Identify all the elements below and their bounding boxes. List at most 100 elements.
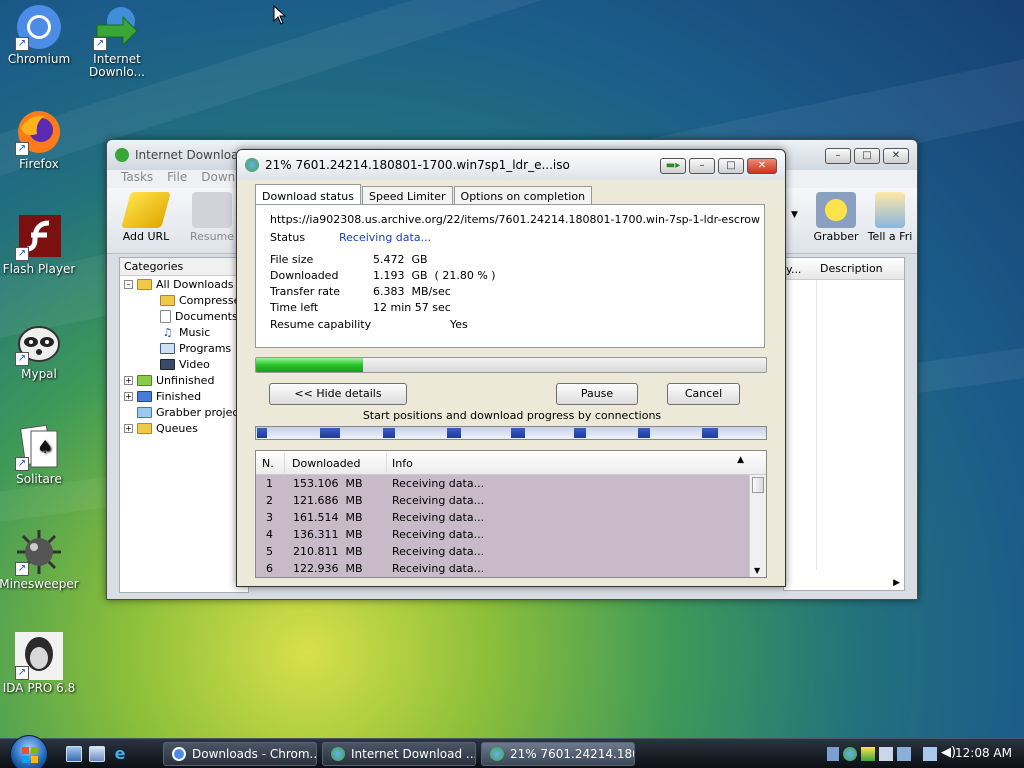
download-progress-fill	[256, 358, 364, 372]
column-header-info[interactable]: Info	[392, 457, 413, 470]
menu-tasks[interactable]: Tasks	[121, 170, 153, 188]
grabber-button[interactable]: Grabber	[805, 192, 867, 243]
desktop-icon-solitare[interactable]: ♠ ↗ Solitare	[0, 423, 81, 486]
table-row[interactable]: 3 161.514 MB Receiving data...	[256, 509, 749, 526]
tray-icon-idm-progress[interactable]	[861, 747, 875, 761]
download-progress-dialog[interactable]: 21% 7601.24214.180801-1700.win7sp1_ldr_e…	[236, 149, 786, 587]
expand-icon[interactable]: +	[124, 424, 133, 433]
cancel-button[interactable]: Cancel	[667, 383, 740, 405]
minimize-button[interactable]: –	[689, 158, 715, 174]
column-header-partial[interactable]: y...	[786, 263, 801, 276]
internet-explorer-icon[interactable]: e	[112, 746, 128, 762]
table-row[interactable]: 6 122.936 MB Receiving data...	[256, 560, 749, 577]
resume-button[interactable]: Resume	[181, 192, 243, 243]
shortcut-arrow-icon: ↗	[15, 562, 29, 576]
desktop-icon-firefox[interactable]: ↗ Firefox	[0, 108, 81, 171]
folder-finished-icon	[137, 391, 152, 402]
download-status-pane: https://ia902308.us.archive.org/22/items…	[255, 204, 765, 348]
category-grabber-projects[interactable]: Grabber projec	[137, 406, 238, 419]
close-button[interactable]: ✕	[883, 148, 909, 164]
solitaire-cards-icon: ♠ ↗	[15, 423, 63, 471]
tab-options-on-completion[interactable]: Options on completion	[453, 186, 593, 206]
desktop-icon-label: Firefox	[19, 157, 59, 171]
connections-caption: Start positions and download progress by…	[362, 409, 662, 422]
menu-file[interactable]: File	[167, 170, 187, 188]
desktop-icon-idm[interactable]: ↗ Internet Downlo...	[75, 3, 159, 79]
pause-button[interactable]: Pause	[556, 383, 638, 405]
expand-icon[interactable]: +	[124, 376, 133, 385]
table-row[interactable]: 4 136.311 MB Receiving data...	[256, 526, 749, 543]
minimize-button[interactable]: –	[825, 148, 851, 164]
shortcut-arrow-icon: ↗	[93, 37, 107, 51]
tray-icon-display[interactable]	[897, 747, 911, 761]
add-url-button[interactable]: Add URL	[115, 192, 177, 243]
dialog-tabs: Download status Speed Limiter Options on…	[255, 184, 593, 206]
system-tray: ◀) 12:08 AM	[819, 739, 1024, 768]
switch-windows-icon[interactable]	[89, 746, 105, 762]
category-all-downloads[interactable]: – All Downloads	[124, 278, 234, 291]
grabber-icon	[816, 192, 856, 228]
column-header-number[interactable]: N.	[262, 457, 274, 470]
close-button[interactable]: ✕	[747, 158, 777, 174]
category-finished[interactable]: + Finished	[124, 390, 201, 403]
hide-details-button[interactable]: << Hide details	[269, 383, 407, 405]
column-divider	[386, 453, 387, 473]
table-row[interactable]: 5 210.811 MB Receiving data...	[256, 543, 749, 560]
desktop-icon-label: Solitare	[16, 472, 62, 486]
tell-a-friend-button[interactable]: Tell a Fri	[861, 192, 919, 243]
document-icon	[160, 310, 171, 323]
maximize-button[interactable]: □	[854, 148, 880, 164]
folder-icon	[160, 295, 175, 306]
connections-table-scrollbar[interactable]: ▼	[749, 475, 766, 577]
music-note-icon: ♫	[162, 326, 173, 339]
tray-icon-idm[interactable]	[843, 747, 857, 761]
tray-icon-app[interactable]	[879, 747, 893, 761]
column-divider	[284, 453, 285, 473]
category-video[interactable]: Video	[160, 358, 210, 371]
category-unfinished[interactable]: + Unfinished	[124, 374, 214, 387]
start-button[interactable]	[10, 735, 48, 768]
desktop-icon-chromium[interactable]: ↗ Chromium	[0, 3, 81, 66]
category-documents[interactable]: Documents	[160, 310, 238, 323]
shortcut-arrow-icon: ↗	[15, 352, 29, 366]
collapse-icon[interactable]: –	[124, 280, 133, 289]
taskbar-item-chromium[interactable]: Downloads - Chrom...	[163, 742, 317, 766]
taskbar-clock[interactable]: 12:08 AM	[955, 746, 1012, 760]
maximize-button[interactable]: □	[718, 158, 744, 174]
table-row[interactable]: 2 121.686 MB Receiving data...	[256, 492, 749, 509]
time-left-value: 12 min 57 sec	[373, 301, 451, 314]
tray-icon-network-status[interactable]	[923, 747, 937, 761]
ida-pro-portrait-icon: ↗	[15, 632, 63, 680]
desktop-icon-ida-pro[interactable]: ↗ IDA PRO 6.8	[0, 632, 81, 695]
category-programs[interactable]: Programs	[160, 342, 231, 355]
scrollbar-thumb[interactable]	[752, 477, 764, 493]
toolbar-dropdown-arrow-icon[interactable]: ▼	[791, 210, 798, 220]
hide-to-tray-button[interactable]: ▬▸	[660, 158, 686, 174]
dialog-title-bar[interactable]: 21% 7601.24214.180801-1700.win7sp1_ldr_e…	[237, 150, 785, 180]
table-scroll-up-icon[interactable]: ▲	[737, 455, 744, 465]
desktop-icon-label: IDA PRO 6.8	[2, 681, 76, 695]
tab-download-status[interactable]: Download status	[255, 184, 361, 206]
list-hscroll-right-icon[interactable]: ▶	[893, 578, 900, 588]
shortcut-arrow-icon: ↗	[15, 247, 29, 261]
desktop-icon-minesweeper[interactable]: ↗ Minesweeper	[0, 528, 81, 591]
show-desktop-icon[interactable]	[66, 746, 82, 762]
download-list[interactable]: y... Description ▶	[783, 257, 905, 591]
idm-globe-icon: ↗	[93, 3, 141, 51]
desktop-icon-mypal[interactable]: ↗ Mypal	[0, 318, 81, 381]
column-header-description[interactable]: Description	[820, 262, 883, 275]
taskbar-item-idm[interactable]: Internet Download ...	[322, 742, 476, 766]
tray-icon-network[interactable]	[827, 747, 839, 761]
scroll-down-icon[interactable]: ▼	[754, 566, 760, 575]
category-music[interactable]: ♫ Music	[160, 326, 211, 339]
column-header-downloaded[interactable]: Downloaded	[292, 457, 360, 470]
grabber-project-icon	[137, 407, 152, 418]
table-row[interactable]: 1 153.106 MB Receiving data...	[256, 475, 749, 492]
expand-icon[interactable]: +	[124, 392, 133, 401]
taskbar-item-download-dialog[interactable]: 21% 7601.24214.180...	[481, 742, 635, 766]
category-queues[interactable]: + Queues	[124, 422, 198, 435]
tab-speed-limiter[interactable]: Speed Limiter	[361, 186, 453, 206]
desktop-icon-flash-player[interactable]: ↗ Flash Player	[0, 213, 81, 276]
category-compressed[interactable]: Compresse	[160, 294, 240, 307]
volume-icon[interactable]: ◀)	[941, 745, 956, 760]
